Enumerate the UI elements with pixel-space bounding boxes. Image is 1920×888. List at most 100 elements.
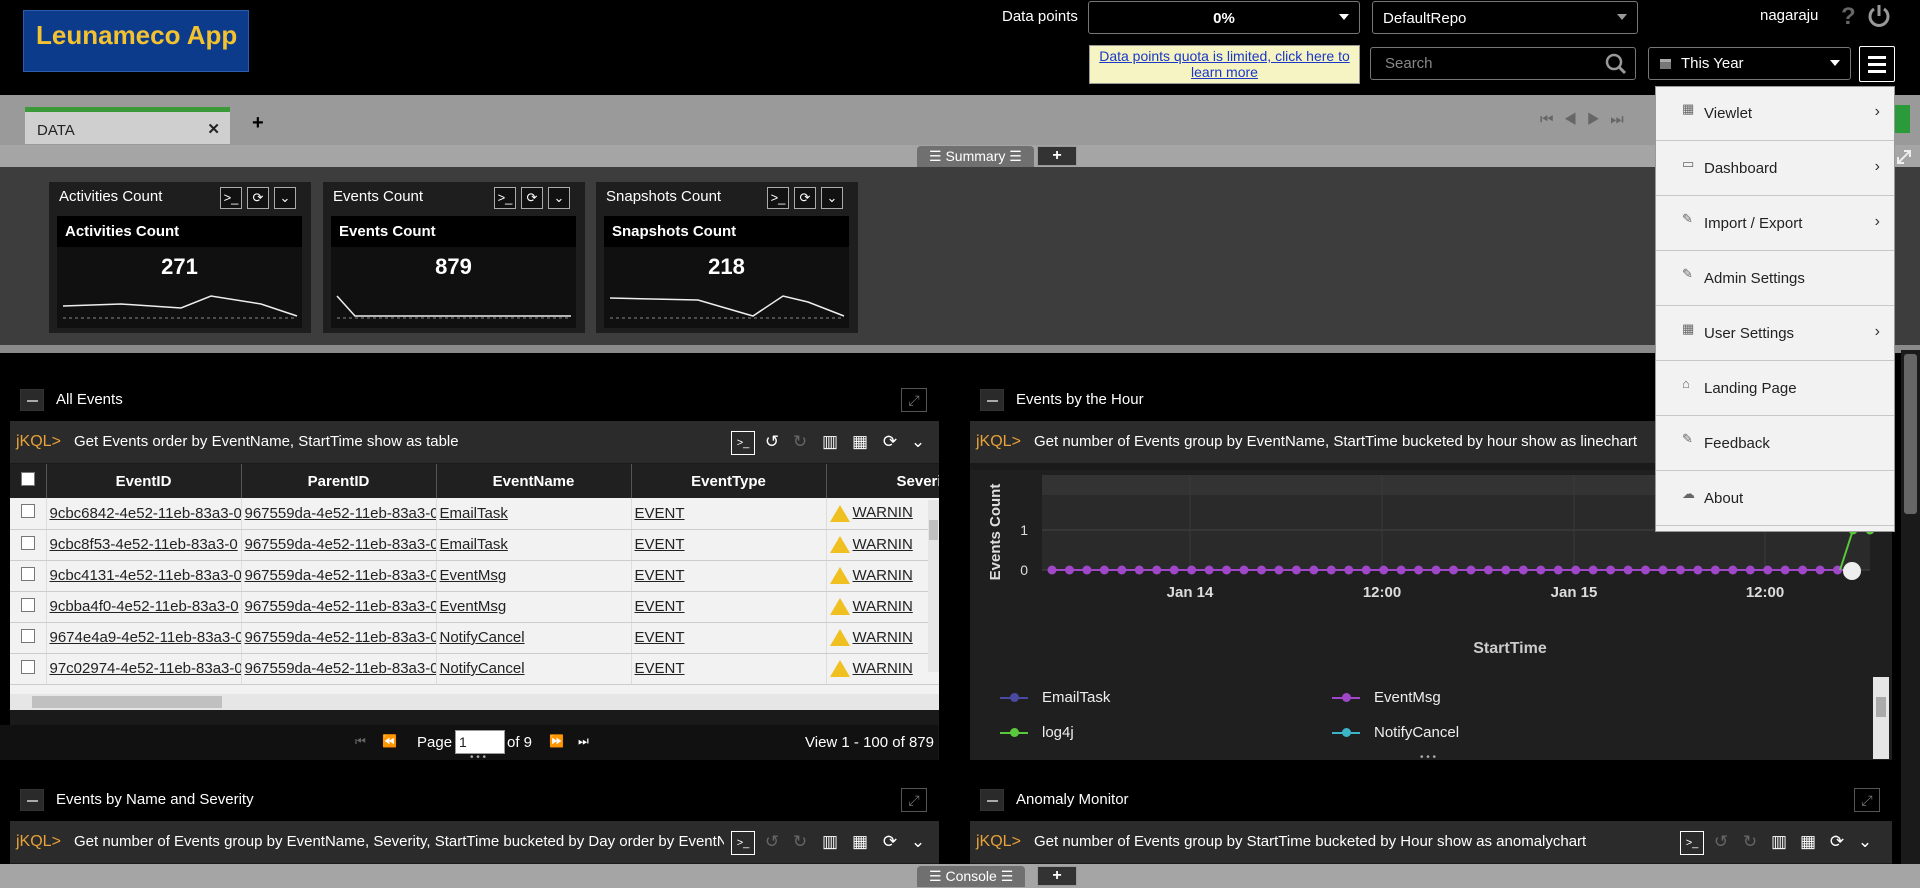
table-cell[interactable]: EmailTask bbox=[436, 498, 632, 530]
table-cell[interactable]: WARNIN bbox=[826, 622, 939, 654]
legend-scrollbar[interactable] bbox=[1873, 677, 1889, 759]
table-row[interactable]: 9cbc8f53-4e52-11eb-83a3-0 967559da-4e52-1… bbox=[10, 529, 939, 561]
page-scrollbar[interactable] bbox=[1901, 350, 1920, 864]
horizontal-scrollbar[interactable] bbox=[10, 694, 939, 710]
row-select-cell[interactable] bbox=[10, 653, 47, 685]
bar-chart-icon[interactable]: ▥ bbox=[1767, 831, 1791, 855]
table-row[interactable]: 97c02974-4e52-11eb-83a3-0 967559da-4e52-1… bbox=[10, 653, 939, 685]
table-cell[interactable]: 9674e4a9-4e52-11eb-83a3-0 bbox=[46, 622, 242, 654]
tab-data[interactable]: DATA ✕ bbox=[25, 107, 230, 144]
menu-item-admin-settings[interactable]: ✎ Admin Settings bbox=[1656, 252, 1894, 306]
refresh-icon[interactable]: ⟳ bbox=[1825, 831, 1849, 855]
table-cell[interactable]: EVENT bbox=[631, 622, 827, 654]
table-cell[interactable]: WARNIN bbox=[826, 591, 939, 623]
table-cell[interactable]: WARNIN bbox=[826, 560, 939, 592]
time-range-select[interactable]: This Year bbox=[1648, 47, 1851, 80]
column-header[interactable]: EventName bbox=[436, 464, 632, 498]
table-row[interactable]: 9cbba4f0-4e52-11eb-83a3-0 967559da-4e52-1… bbox=[10, 591, 939, 623]
row-select-cell[interactable] bbox=[10, 560, 47, 592]
calendar-icon[interactable]: ▦ bbox=[848, 431, 872, 455]
summary-strip-tab[interactable]: ☰ Summary ☰ bbox=[917, 146, 1034, 167]
prev-page-icon[interactable]: ⏪ bbox=[382, 734, 397, 748]
column-header[interactable]: Severi bbox=[826, 464, 939, 498]
table-cell[interactable]: EventMsg bbox=[436, 591, 632, 623]
legend-item[interactable]: log4j bbox=[1000, 724, 1074, 741]
minimize-icon[interactable] bbox=[20, 389, 44, 411]
app-logo[interactable]: Leunameco App bbox=[23, 10, 249, 72]
row-select-cell[interactable] bbox=[10, 591, 47, 623]
bar-chart-icon[interactable]: ▥ bbox=[818, 431, 842, 455]
row-checkbox[interactable] bbox=[20, 504, 35, 519]
column-header[interactable]: ParentID bbox=[241, 464, 437, 498]
select-all-checkbox[interactable] bbox=[20, 472, 35, 486]
console-icon[interactable]: >_ bbox=[731, 831, 755, 855]
legend-item[interactable]: EmailTask bbox=[1000, 689, 1110, 706]
chevron-down-icon[interactable]: ⌄ bbox=[821, 187, 843, 209]
table-cell[interactable]: EVENT bbox=[631, 498, 827, 530]
console-icon[interactable]: >_ bbox=[731, 431, 755, 455]
vertical-scrollbar[interactable] bbox=[928, 500, 939, 672]
refresh-icon[interactable]: ⟳ bbox=[878, 831, 902, 855]
refresh-icon[interactable]: ⟳ bbox=[878, 431, 902, 455]
query-text[interactable]: Get number of Events group by EventName,… bbox=[74, 833, 724, 850]
menu-item-landing-page[interactable]: ⌂ Landing Page bbox=[1656, 362, 1894, 416]
row-checkbox[interactable] bbox=[20, 628, 35, 643]
expand-icon[interactable] bbox=[1895, 148, 1913, 166]
query-text[interactable]: Get number of Events group by StartTime … bbox=[1034, 833, 1724, 850]
table-row[interactable]: 9cbc4131-4e52-11eb-83a3-0 967559da-4e52-1… bbox=[10, 560, 939, 592]
table-cell[interactable]: WARNIN bbox=[826, 653, 939, 685]
repo-select[interactable]: DefaultRepo bbox=[1372, 1, 1638, 34]
minimize-icon[interactable] bbox=[980, 389, 1004, 411]
add-console-button[interactable]: + bbox=[1037, 866, 1077, 886]
row-select-cell[interactable] bbox=[10, 529, 47, 561]
table-cell[interactable]: 967559da-4e52-11eb-83a3-0 bbox=[241, 498, 437, 530]
table-cell[interactable]: 9cbc6842-4e52-11eb-83a3-0 bbox=[46, 498, 242, 530]
column-header[interactable]: EventType bbox=[631, 464, 827, 498]
menu-item-dashboard[interactable]: ▭ Dashboard › bbox=[1656, 142, 1894, 196]
select-all-header[interactable] bbox=[10, 464, 47, 498]
query-text[interactable]: Get number of Events group by EventName,… bbox=[1034, 433, 1714, 450]
bar-chart-icon[interactable]: ▥ bbox=[818, 831, 842, 855]
table-cell[interactable]: 967559da-4e52-11eb-83a3-0 bbox=[241, 653, 437, 685]
chevron-down-icon[interactable]: ⌄ bbox=[274, 187, 296, 209]
quota-link[interactable]: Data points quota is limited, click here… bbox=[1089, 45, 1360, 84]
chevron-down-icon[interactable]: ⌄ bbox=[906, 831, 930, 855]
row-checkbox[interactable] bbox=[20, 566, 35, 581]
console-icon[interactable]: >_ bbox=[220, 187, 242, 209]
console-icon[interactable]: >_ bbox=[767, 187, 789, 209]
calendar-icon[interactable]: ▦ bbox=[848, 831, 872, 855]
minimize-icon[interactable] bbox=[980, 789, 1004, 811]
table-cell[interactable]: EVENT bbox=[631, 560, 827, 592]
table-cell[interactable]: 9cbba4f0-4e52-11eb-83a3-0 bbox=[46, 591, 242, 623]
table-cell[interactable]: NotifyCancel bbox=[436, 622, 632, 654]
chevron-down-icon[interactable]: ⌄ bbox=[906, 431, 930, 455]
table-cell[interactable]: 97c02974-4e52-11eb-83a3-0 bbox=[46, 653, 242, 685]
table-cell[interactable]: EVENT bbox=[631, 653, 827, 685]
expand-icon[interactable]: ⤢ bbox=[901, 388, 927, 412]
legend-item[interactable]: EventMsg bbox=[1332, 689, 1441, 706]
menu-item-import-export[interactable]: ✎ Import / Export › bbox=[1656, 197, 1894, 251]
table-row[interactable]: 9cbc6842-4e52-11eb-83a3-0 967559da-4e52-1… bbox=[10, 498, 939, 530]
refresh-icon[interactable]: ⟳ bbox=[794, 187, 816, 209]
table-cell[interactable]: EmailTask bbox=[436, 529, 632, 561]
page-input[interactable] bbox=[455, 730, 505, 754]
search-icon[interactable] bbox=[1605, 53, 1627, 75]
table-cell[interactable]: 9cbc8f53-4e52-11eb-83a3-0 bbox=[46, 529, 242, 561]
add-summary-button[interactable]: + bbox=[1037, 146, 1077, 166]
console-icon[interactable]: >_ bbox=[494, 187, 516, 209]
undo-icon[interactable]: ↺ bbox=[760, 431, 784, 455]
row-select-cell[interactable] bbox=[10, 622, 47, 654]
hamburger-menu-button[interactable] bbox=[1859, 46, 1895, 82]
resize-handle[interactable]: • • • bbox=[1420, 752, 1436, 763]
query-text[interactable]: Get Events order by EventName, StartTime… bbox=[74, 433, 714, 450]
table-cell[interactable]: WARNIN bbox=[826, 529, 939, 561]
close-tab-icon[interactable]: ✕ bbox=[207, 120, 220, 138]
chevron-down-icon[interactable]: ⌄ bbox=[548, 187, 570, 209]
row-select-cell[interactable] bbox=[10, 498, 47, 530]
first-page-icon[interactable]: ⏮ bbox=[355, 734, 366, 749]
search-input[interactable] bbox=[1370, 47, 1636, 80]
table-cell[interactable]: 967559da-4e52-11eb-83a3-0 bbox=[241, 560, 437, 592]
table-cell[interactable]: 967559da-4e52-11eb-83a3-0 bbox=[241, 529, 437, 561]
menu-item-viewlet[interactable]: ▦ Viewlet › bbox=[1656, 87, 1894, 141]
add-tab-button[interactable]: + bbox=[252, 112, 264, 135]
